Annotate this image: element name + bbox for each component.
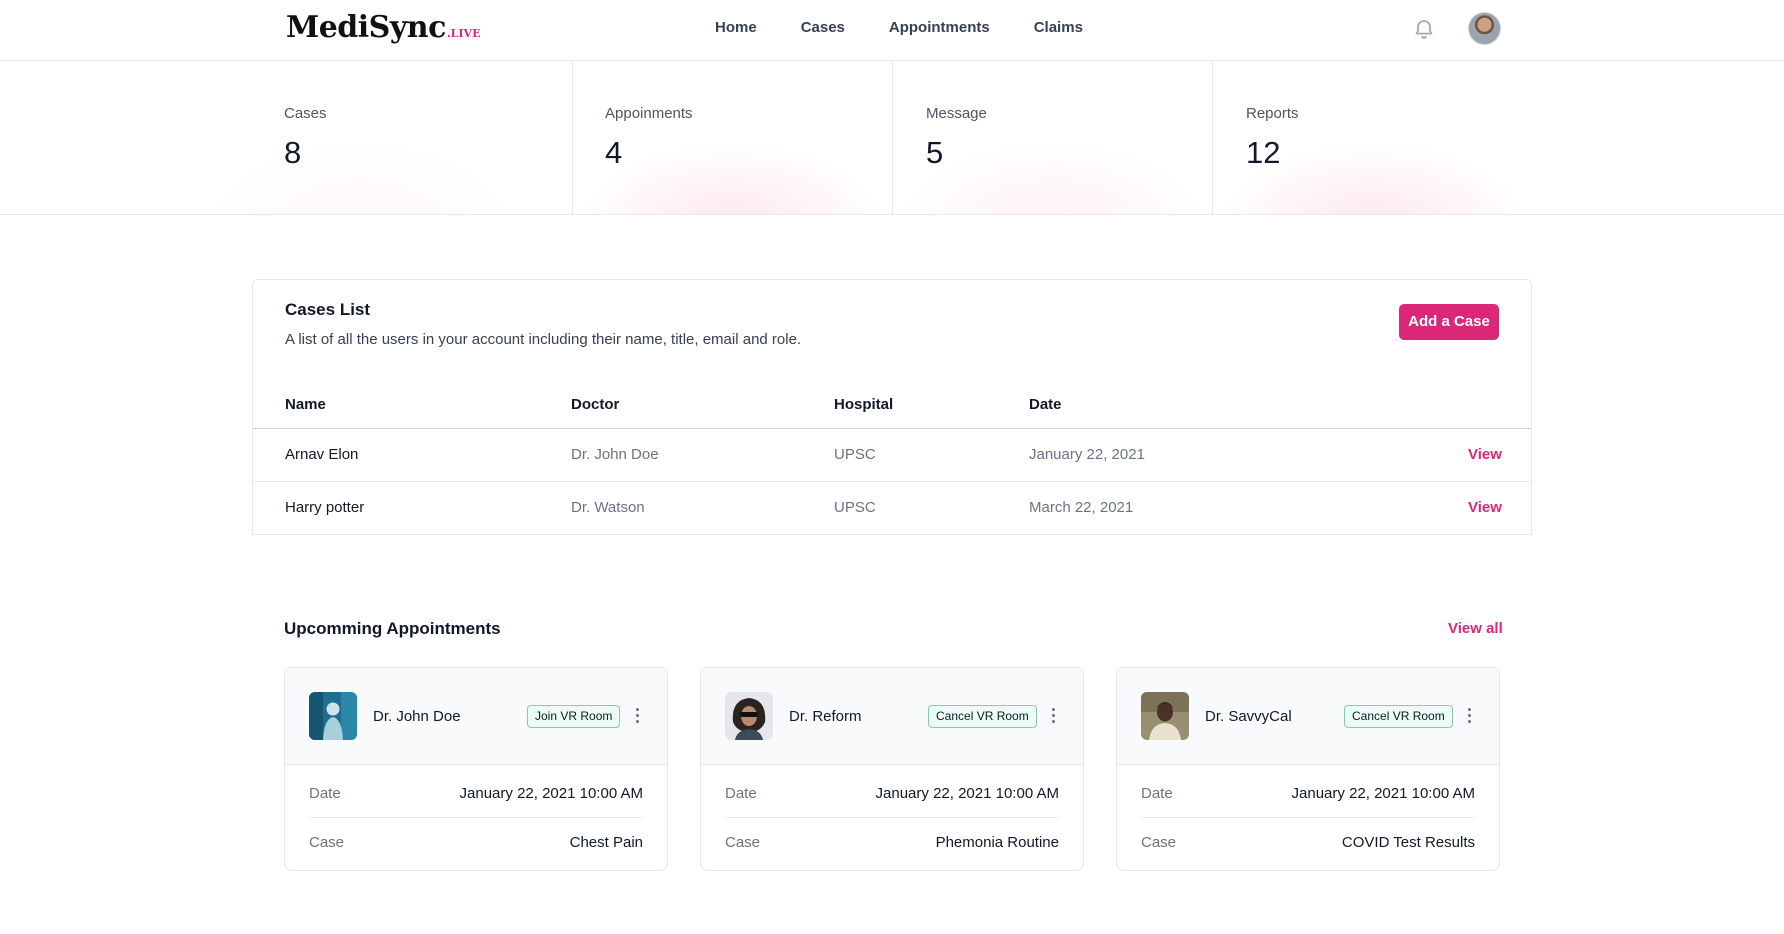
more-options-icon[interactable] (1048, 706, 1058, 726)
logo-suffix: .LIVE (446, 27, 481, 40)
table-row[interactable]: Arnav Elon Dr. John Doe UPSC January 22,… (253, 429, 1531, 482)
stat-value: 4 (605, 135, 623, 170)
appointment-card: Dr. SavvyCal Cancel VR Room Date January… (1116, 667, 1500, 871)
cell-name: Arnav Elon (285, 446, 359, 463)
doctor-name: Dr. SavvyCal (1205, 708, 1292, 725)
case-label: Case (725, 834, 761, 851)
date-label: Date (309, 785, 341, 802)
stat-appointments: Appoinments 4 (572, 61, 892, 214)
cell-hospital: UPSC (834, 446, 876, 463)
card-divider (309, 817, 643, 818)
cell-date: March 22, 2021 (1029, 499, 1134, 516)
appointments-section-title: Upcomming Appointments (284, 619, 501, 638)
date-label: Date (725, 785, 757, 802)
appointment-case: Chest Pain (569, 834, 643, 851)
doctor-photo (1141, 692, 1189, 740)
card-divider (1141, 817, 1475, 818)
cases-list-card: Cases List A list of all the users in yo… (252, 279, 1532, 535)
stat-value: 12 (1246, 135, 1281, 170)
cell-name: Harry potter (285, 499, 365, 516)
case-label: Case (1141, 834, 1177, 851)
stat-label: Message (926, 105, 987, 122)
more-options-icon[interactable] (632, 706, 642, 726)
doctor-photo (725, 692, 773, 740)
view-link[interactable]: View (1468, 499, 1502, 516)
add-case-button[interactable]: Add a Case (1399, 304, 1499, 340)
appointment-card: Dr. Reform Cancel VR Room Date January 2… (700, 667, 1084, 871)
view-all-link[interactable]: View all (1448, 620, 1503, 637)
nav-links: Home Cases Appointments Claims (715, 19, 1127, 36)
appointment-card-header: Dr. Reform Cancel VR Room (701, 668, 1083, 765)
appointment-date: January 22, 2021 10:00 AM (875, 785, 1059, 802)
column-header-doctor[interactable]: Doctor (571, 396, 619, 413)
appointment-card-header: Dr. SavvyCal Cancel VR Room (1117, 668, 1499, 765)
stat-message: Message 5 (893, 61, 1213, 214)
stat-reports: Reports 12 (1213, 61, 1784, 214)
cell-doctor: Dr. Watson (571, 499, 645, 516)
doctor-name: Dr. Reform (789, 708, 862, 725)
card-divider (725, 817, 1059, 818)
stat-cases: Cases 8 (0, 61, 571, 214)
cases-list-title: Cases List (285, 300, 371, 319)
cell-doctor: Dr. John Doe (571, 446, 659, 463)
stat-value: 8 (284, 135, 302, 170)
stat-value: 5 (926, 135, 944, 170)
nav-item-cases[interactable]: Cases (801, 19, 845, 36)
stat-divider (1212, 61, 1213, 214)
stat-label: Reports (1246, 105, 1299, 122)
stat-label: Appoinments (605, 105, 693, 122)
more-options-icon[interactable] (1464, 706, 1474, 726)
stat-divider (892, 61, 893, 214)
doctor-photo (309, 692, 357, 740)
cancel-vr-room-button[interactable]: Cancel VR Room (1344, 705, 1453, 728)
appointment-date: January 22, 2021 10:00 AM (1291, 785, 1475, 802)
table-row[interactable]: Harry potter Dr. Watson UPSC March 22, 2… (253, 482, 1531, 535)
appointment-date: January 22, 2021 10:00 AM (459, 785, 643, 802)
column-header-hospital[interactable]: Hospital (834, 396, 893, 413)
column-header-name[interactable]: Name (285, 396, 326, 413)
appointment-card: Dr. John Doe Join VR Room Date January 2… (284, 667, 668, 871)
logo-name: MediSync (286, 10, 446, 45)
appointment-card-header: Dr. John Doe Join VR Room (285, 668, 667, 765)
stat-label: Cases (284, 105, 327, 122)
case-label: Case (309, 834, 345, 851)
cell-hospital: UPSC (834, 499, 876, 516)
column-header-date[interactable]: Date (1029, 396, 1062, 413)
user-avatar[interactable] (1468, 12, 1501, 45)
bell-icon[interactable] (1412, 17, 1436, 41)
cancel-vr-room-button[interactable]: Cancel VR Room (928, 705, 1037, 728)
cases-list-description: A list of all the users in your account … (285, 331, 802, 348)
top-navigation: MediSync .LIVE Home Cases Appointments C… (0, 0, 1784, 61)
medisync-logo[interactable]: MediSync .LIVE (286, 10, 480, 50)
nav-item-claims[interactable]: Claims (1034, 19, 1083, 36)
join-vr-room-button[interactable]: Join VR Room (527, 705, 621, 728)
appointment-case: COVID Test Results (1341, 834, 1475, 851)
date-label: Date (1141, 785, 1173, 802)
view-link[interactable]: View (1468, 446, 1502, 463)
doctor-name: Dr. John Doe (373, 708, 461, 725)
cell-date: January 22, 2021 (1029, 446, 1145, 463)
nav-item-appointments[interactable]: Appointments (889, 19, 990, 36)
nav-item-home[interactable]: Home (715, 19, 757, 36)
stat-divider (572, 61, 573, 214)
appointment-case: Phemonia Routine (935, 834, 1059, 851)
